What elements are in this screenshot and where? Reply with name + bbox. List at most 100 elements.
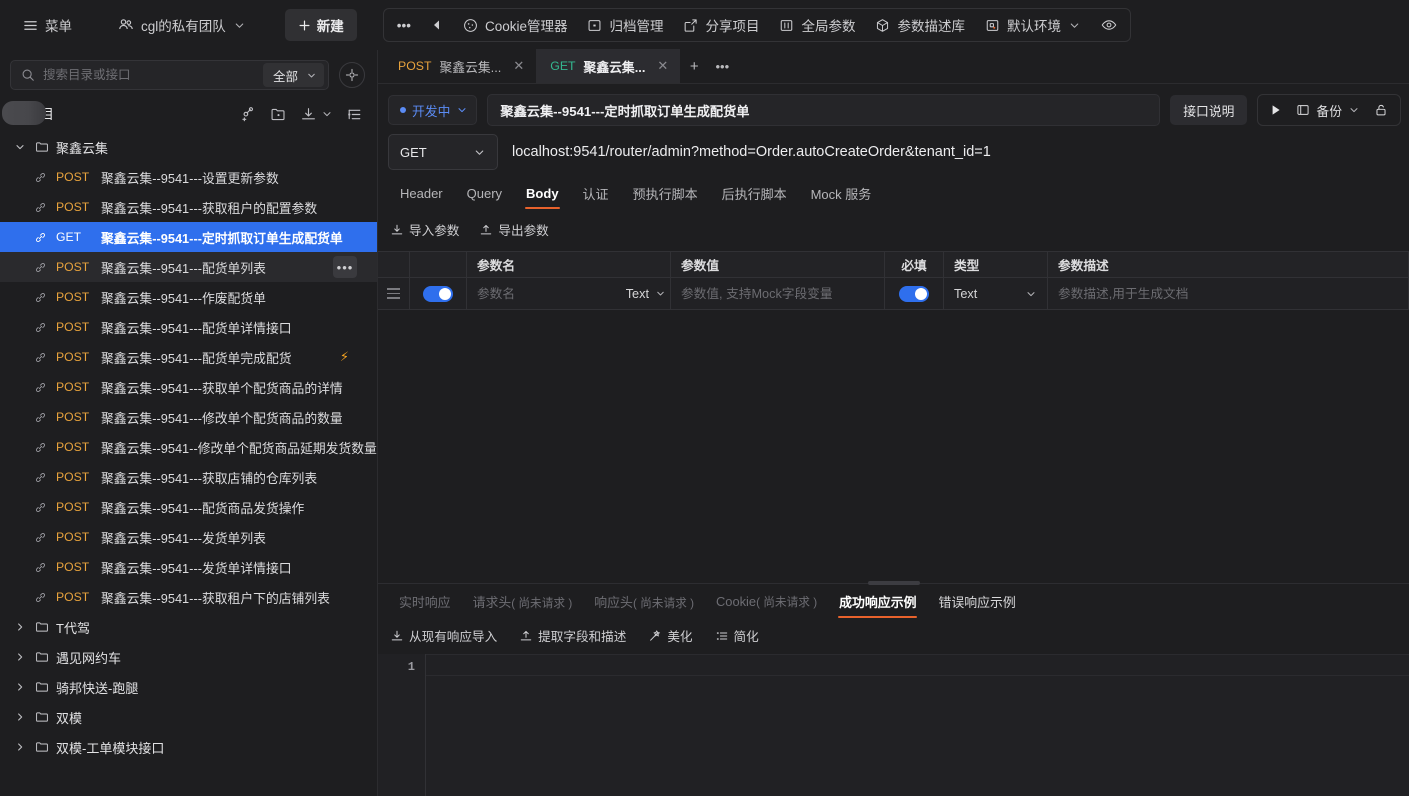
sort-list-icon[interactable]: [346, 106, 363, 123]
tab-request-headers[interactable]: 请求头( 尚未请求 ): [462, 592, 584, 618]
tab-cookie[interactable]: Cookie( 尚未请求 ): [705, 593, 828, 617]
request-name-input[interactable]: [487, 94, 1161, 126]
tree-api-item[interactable]: POST 聚鑫云集--9541---配货商品发货操作: [0, 492, 377, 522]
response-code-editor[interactable]: 1: [378, 654, 1409, 796]
tree-api-item[interactable]: POST 聚鑫云集--9541--修改单个配货商品延期发货数量: [0, 432, 377, 462]
search-box[interactable]: 全部: [10, 60, 329, 90]
tab-label: 错误响应示例: [938, 594, 1016, 610]
share-project-button[interactable]: 分享项目: [674, 9, 768, 41]
param-enabled-toggle[interactable]: [410, 278, 467, 310]
beautify-icon: [648, 629, 662, 643]
tab-suffix: ( 尚未请求 ): [632, 596, 694, 610]
cookie-manager-button[interactable]: Cookie管理器: [454, 9, 577, 41]
status-dropdown[interactable]: 开发中: [388, 95, 478, 125]
simplify-button[interactable]: 简化: [715, 626, 759, 645]
row-more-button[interactable]: •••: [333, 256, 357, 278]
export-params-button[interactable]: 导出参数: [479, 220, 549, 239]
tree-api-item[interactable]: POST 聚鑫云集--9541---作废配货单: [0, 282, 377, 312]
lock-button[interactable]: [1370, 100, 1392, 120]
tree-folder[interactable]: 双模-工单模块接口: [0, 732, 377, 762]
tab-label: 实时响应: [399, 594, 451, 610]
preview-eye-button[interactable]: [1092, 11, 1126, 39]
beautify-button[interactable]: 美化: [648, 626, 693, 645]
tab-body[interactable]: Body: [514, 186, 571, 209]
tree-api-item[interactable]: POST 聚鑫云集--9541---发货单详情接口: [0, 552, 377, 582]
param-name-type-label: Text: [625, 286, 649, 301]
tab-realtime-response[interactable]: 实时响应: [388, 592, 462, 618]
tree-api-item[interactable]: POST 聚鑫云集--9541---获取租户的配置参数: [0, 192, 377, 222]
team-icon: [118, 17, 134, 33]
tab-response-headers[interactable]: 响应头( 尚未请求 ): [583, 592, 705, 618]
team-label: cgl的私有团队: [141, 19, 226, 34]
menu-button[interactable]: 菜单: [14, 9, 81, 41]
new-tab-button[interactable]: +: [680, 52, 708, 80]
api-label: 聚鑫云集--9541---修改单个配货商品的数量: [101, 410, 343, 426]
tree-folder[interactable]: 遇见网约车: [0, 642, 377, 672]
chevron-down-icon[interactable]: [321, 108, 333, 120]
new-button[interactable]: 新建: [284, 9, 357, 41]
tab-header[interactable]: Header: [388, 186, 455, 209]
tree-api-item[interactable]: POST 聚鑫云集--9541---修改单个配货商品的数量: [0, 402, 377, 432]
close-icon[interactable]: ✕: [657, 58, 668, 74]
editor-tab-active[interactable]: GET 聚鑫云集... ✕: [536, 49, 681, 83]
tree-api-item[interactable]: POST 聚鑫云集--9541---配货单列表 •••: [0, 252, 377, 282]
add-api-icon[interactable]: [240, 106, 257, 123]
overflow-menu-button[interactable]: •••: [388, 12, 420, 39]
param-library-button[interactable]: 参数描述库: [866, 9, 974, 41]
tab-mock-service[interactable]: Mock 服务: [799, 184, 884, 211]
chevron-right-icon: [12, 649, 28, 665]
param-required-toggle[interactable]: [885, 278, 944, 310]
new-folder-icon[interactable]: [270, 106, 287, 123]
tab-post-script[interactable]: 后执行脚本: [710, 184, 799, 211]
tree-api-item[interactable]: POST 聚鑫云集--9541---获取店铺的仓库列表: [0, 462, 377, 492]
tree-api-item[interactable]: POST 聚鑫云集--9541---配货单详情接口: [0, 312, 377, 342]
param-name-type-dropdown[interactable]: Text: [626, 287, 666, 301]
tab-error-example[interactable]: 错误响应示例: [927, 592, 1026, 618]
link-icon: [34, 231, 47, 244]
tree-folder[interactable]: 聚鑫云集: [0, 132, 377, 162]
tree-folder[interactable]: 骑邦快送-跑腿: [0, 672, 377, 702]
import-params-button[interactable]: 导入参数: [390, 220, 459, 239]
caret-left-icon: [431, 19, 443, 31]
chevron-down-icon: [1025, 288, 1037, 300]
tab-overflow-button[interactable]: •••: [708, 52, 736, 80]
param-type-dropdown[interactable]: Text: [944, 278, 1048, 310]
tree-api-item[interactable]: POST 聚鑫云集--9541---设置更新参数: [0, 162, 377, 192]
tab-auth[interactable]: 认证: [571, 184, 621, 211]
tree-api-item-selected[interactable]: GET 聚鑫云集--9541---定时抓取订单生成配货单: [0, 222, 377, 252]
panel-resizer[interactable]: [378, 578, 1409, 585]
archive-manager-button[interactable]: 归档管理: [578, 9, 672, 41]
tree-folder[interactable]: 双模: [0, 702, 377, 732]
search-input[interactable]: [43, 68, 255, 82]
global-params-button[interactable]: 全局参数: [770, 9, 864, 41]
drag-handle[interactable]: [378, 278, 410, 310]
search-filter-dropdown[interactable]: 全部: [262, 63, 324, 87]
api-description-button[interactable]: 接口说明: [1170, 95, 1248, 125]
tree-api-item[interactable]: POST 聚鑫云集--9541---获取租户下的店铺列表: [0, 582, 377, 612]
import-icon[interactable]: [300, 106, 317, 123]
locate-button[interactable]: [339, 62, 365, 88]
backup-button[interactable]: 备份: [1292, 98, 1364, 123]
tab-query[interactable]: Query: [455, 186, 514, 209]
extract-fields-button[interactable]: 提取字段和描述: [519, 626, 626, 645]
http-method-dropdown[interactable]: GET: [388, 134, 498, 170]
close-icon[interactable]: ✕: [513, 58, 524, 74]
tab-success-example[interactable]: 成功响应示例: [828, 592, 927, 618]
url-input[interactable]: localhost:9541/router/admin?method=Order…: [498, 144, 1397, 160]
tab-pre-script[interactable]: 预执行脚本: [621, 184, 710, 211]
team-selector[interactable]: cgl的私有团队: [109, 9, 255, 41]
editor-tab[interactable]: POST 聚鑫云集... ✕: [384, 49, 536, 83]
tree-api-item[interactable]: POST 聚鑫云集--9541---发货单列表: [0, 522, 377, 552]
param-name-input[interactable]: [477, 286, 626, 301]
editor-content[interactable]: [426, 654, 1409, 796]
param-value-input[interactable]: [681, 286, 874, 301]
environment-selector[interactable]: 默认环境: [976, 9, 1090, 41]
api-tree[interactable]: 聚鑫云集 POST 聚鑫云集--9541---设置更新参数 POST 聚鑫云集-…: [0, 132, 377, 796]
import-from-response-button[interactable]: 从现有响应导入: [390, 626, 497, 645]
tree-api-item[interactable]: POST 聚鑫云集--9541---获取单个配货商品的详情: [0, 372, 377, 402]
param-description-input[interactable]: [1058, 286, 1398, 301]
tree-api-item[interactable]: POST 聚鑫云集--9541---配货单完成配货 ⚡: [0, 342, 377, 372]
send-request-button[interactable]: [1266, 101, 1286, 119]
back-button[interactable]: [422, 13, 452, 37]
tree-folder[interactable]: T代驾: [0, 612, 377, 642]
